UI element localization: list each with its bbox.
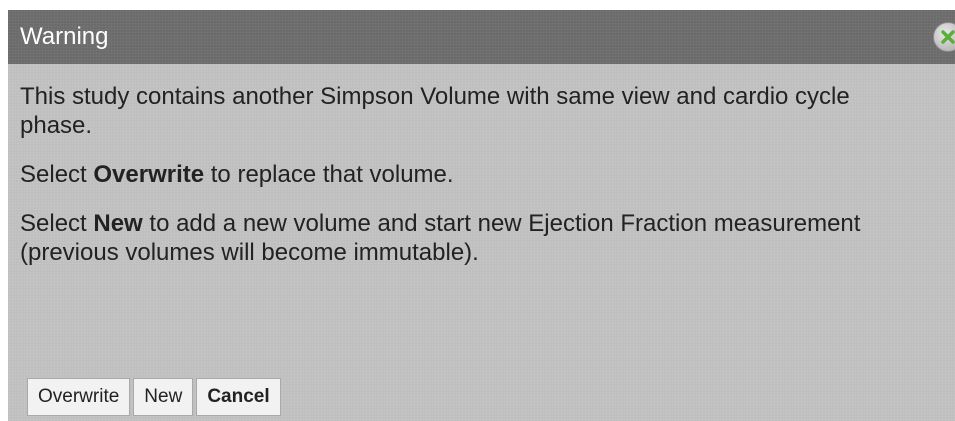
overwrite-suffix: to replace that volume. — [204, 161, 454, 188]
new-prefix: Select — [20, 210, 94, 237]
overwrite-prefix: Select — [20, 161, 94, 188]
new-suffix: to add a new volume and start new Ejecti… — [20, 210, 861, 266]
message-paragraph-new: Select New to add a new volume and start… — [20, 209, 915, 267]
dialog-message: This study contains another Simpson Volu… — [20, 82, 915, 267]
dialog-buttons: Overwrite New Cancel — [27, 378, 284, 416]
dialog-title: Warning — [20, 23, 109, 50]
close-icon — [941, 30, 955, 44]
new-keyword: New — [93, 210, 143, 237]
overwrite-button[interactable]: Overwrite — [27, 378, 131, 416]
cancel-button[interactable]: Cancel — [196, 378, 281, 416]
overwrite-keyword: Overwrite — [93, 161, 205, 188]
message-paragraph-study: This study contains another Simpson Volu… — [20, 83, 850, 139]
new-button[interactable]: New — [133, 378, 194, 416]
message-paragraph-overwrite: Select Overwrite to replace that volume. — [20, 160, 915, 189]
dialog-title-bar: Warning — [8, 10, 955, 64]
close-button[interactable] — [933, 22, 955, 52]
warning-dialog: Warning This study contains another Simp… — [8, 10, 955, 421]
